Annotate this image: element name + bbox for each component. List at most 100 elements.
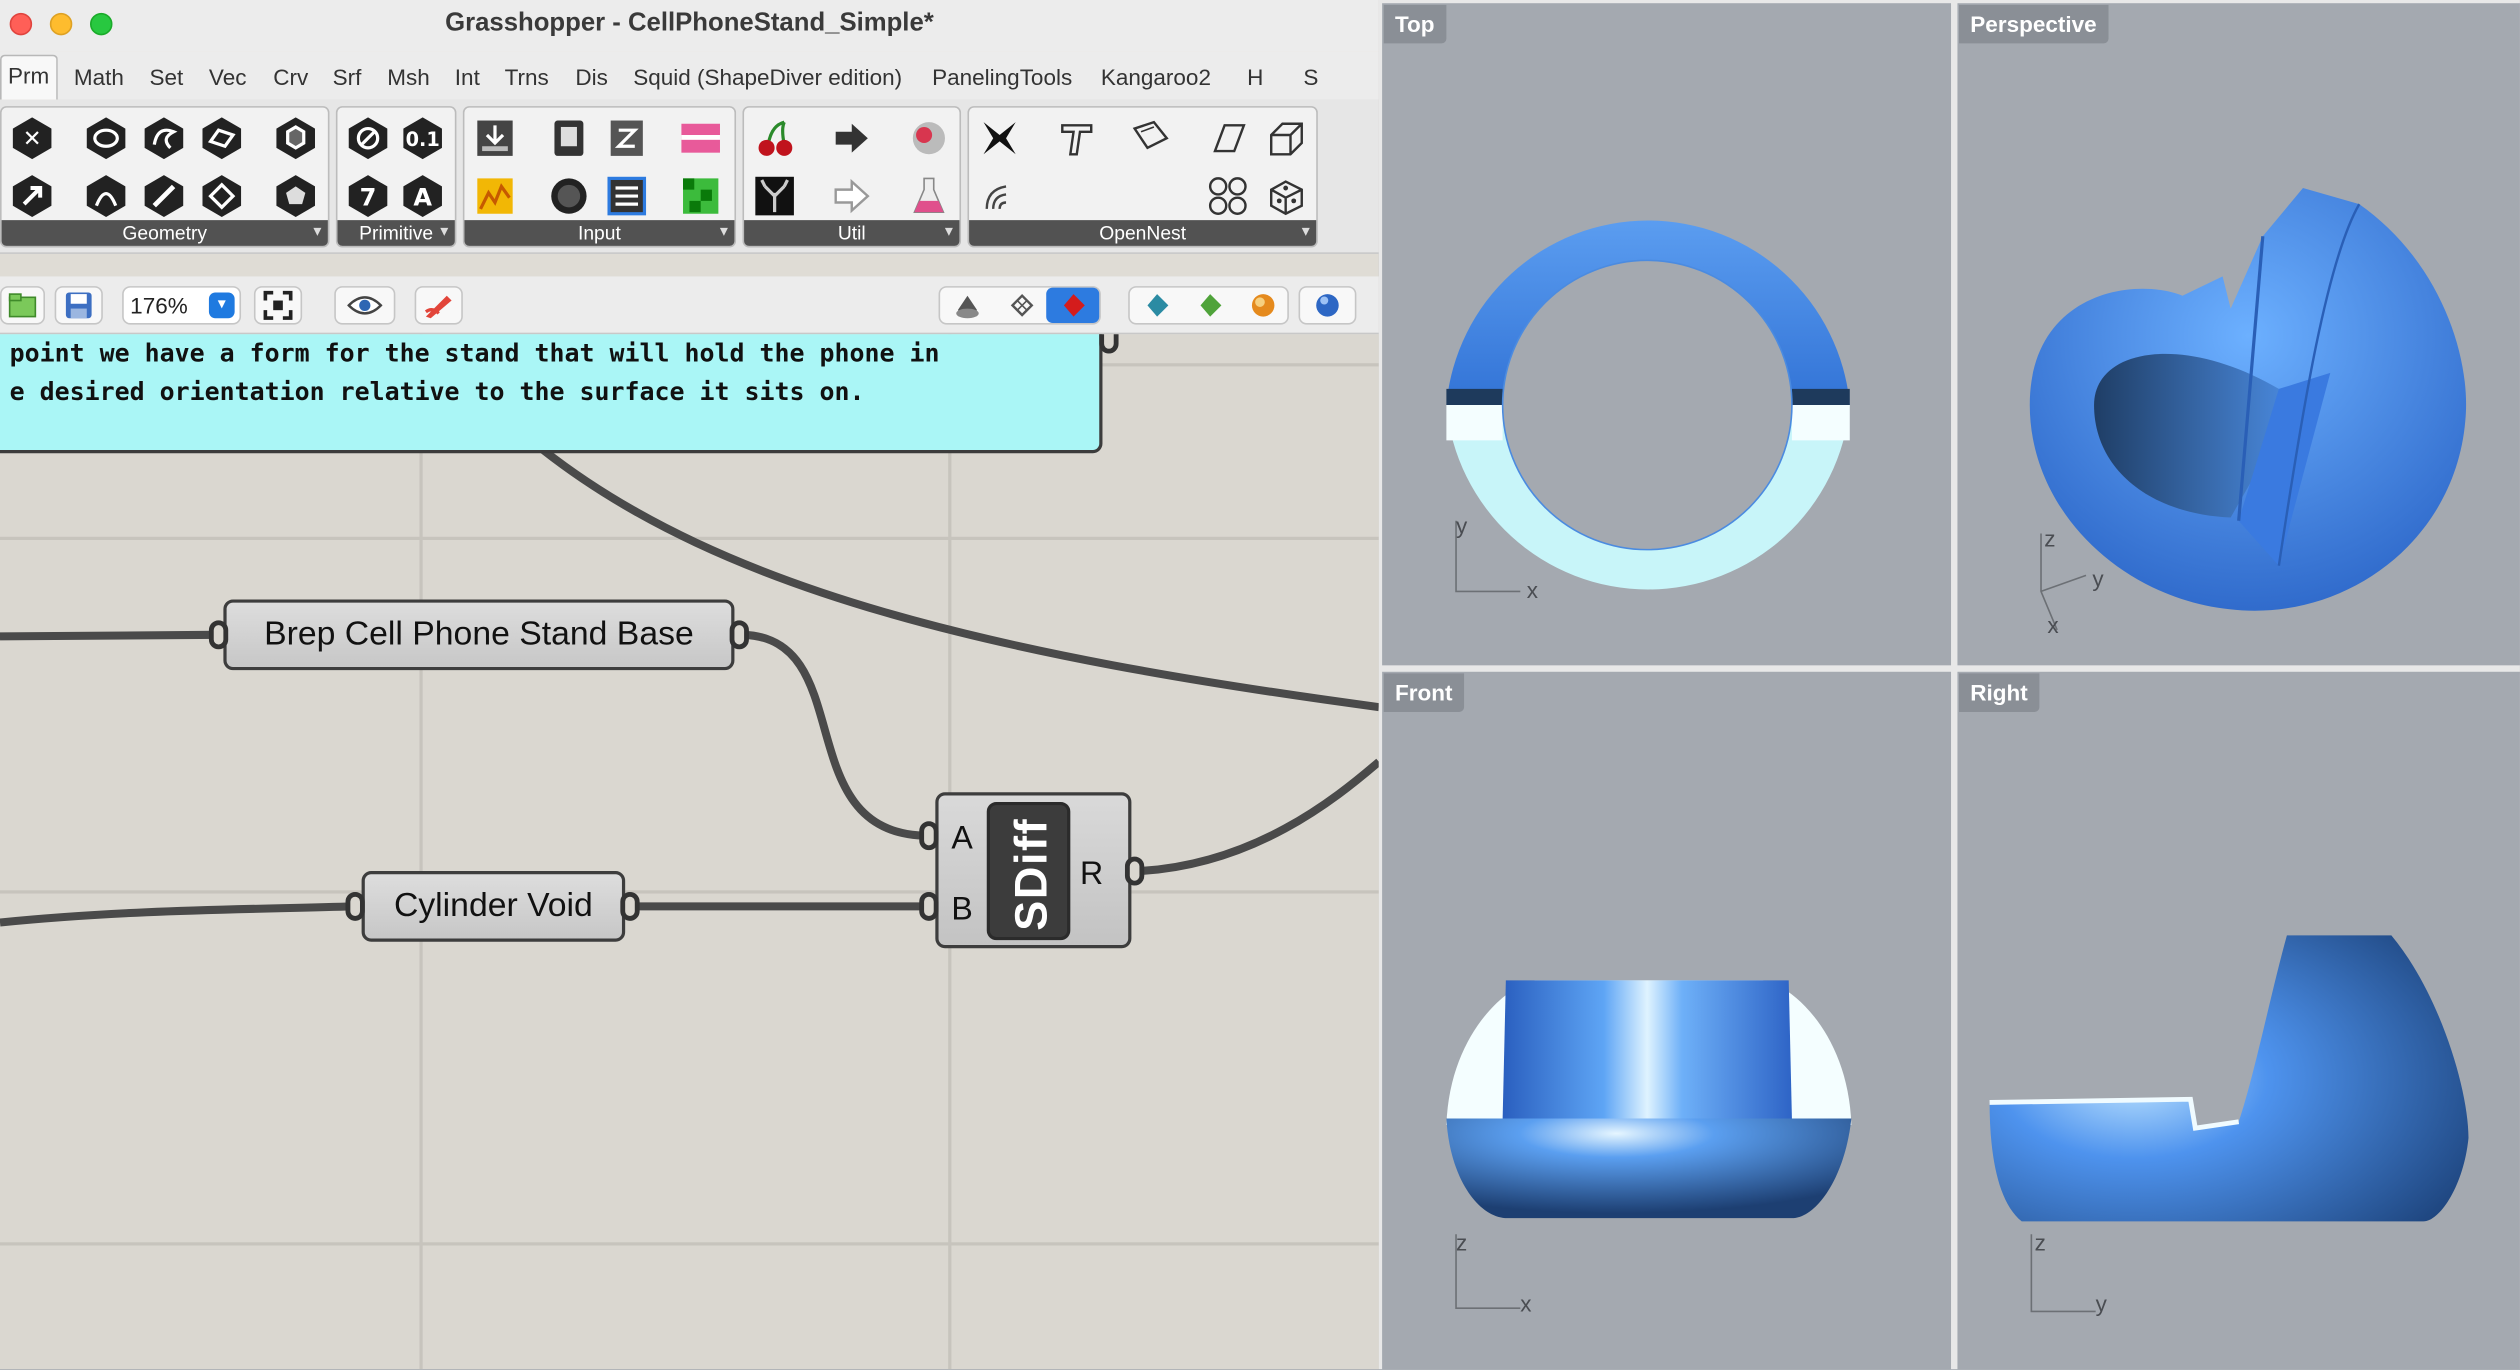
- note-grip[interactable]: [1099, 334, 1119, 354]
- scribble-note[interactable]: point we have a form for the stand that …: [0, 334, 1103, 454]
- label-tag-icon[interactable]: [1127, 114, 1175, 162]
- preview-toggle-button[interactable]: [334, 286, 396, 325]
- dice-icon[interactable]: [1262, 172, 1310, 220]
- text-param-icon[interactable]: A: [399, 172, 447, 220]
- data-dam-icon[interactable]: [751, 172, 799, 220]
- preview-wire-button[interactable]: [995, 288, 1048, 323]
- component-name: SDiff: [1006, 817, 1056, 931]
- tab-panelingtools[interactable]: PanelingTools: [932, 64, 1072, 90]
- number-param-icon[interactable]: 0.1: [399, 114, 447, 162]
- graph-mapper-icon[interactable]: [471, 172, 519, 220]
- front-view-geometry: z x: [1446, 980, 1852, 1316]
- svg-text:0.1: 0.1: [406, 128, 440, 151]
- preview-off-button[interactable]: [940, 288, 993, 323]
- panel-primitive: 0.1 7 A Primitive ▾: [335, 106, 457, 248]
- boolean-param-icon[interactable]: [344, 114, 392, 162]
- jump-arrow-icon[interactable]: [828, 172, 876, 220]
- line-param-icon[interactable]: [140, 172, 188, 220]
- tab-int[interactable]: Int: [455, 64, 480, 90]
- open-file-button[interactable]: [0, 286, 45, 325]
- panel-input: Input ▾: [462, 106, 737, 248]
- cylinder-void-param[interactable]: Cylinder Void: [361, 871, 626, 942]
- tab-crv[interactable]: Crv: [273, 64, 308, 90]
- tab-s[interactable]: S: [1303, 64, 1318, 90]
- component-tab-bar: Prm Math Set Vec Crv Srf Msh Int Trns Di…: [0, 51, 1379, 100]
- tab-trns[interactable]: Trns: [505, 64, 549, 90]
- top-view-geometry: x y: [1446, 220, 1850, 603]
- tab-prm[interactable]: Prm: [0, 54, 58, 100]
- brep-param[interactable]: Brep Cell Phone Stand Base: [223, 599, 735, 671]
- input-b-grip[interactable]: [919, 891, 939, 921]
- file-import-icon[interactable]: [471, 114, 519, 162]
- viewport-top[interactable]: Top x y: [1382, 3, 1952, 666]
- viewport-right[interactable]: Right z y: [1957, 671, 2520, 1370]
- zoom-extents-button[interactable]: [253, 286, 303, 325]
- sheet-icon[interactable]: [1204, 114, 1252, 162]
- grasshopper-canvas[interactable]: point we have a form for the stand that …: [0, 334, 1379, 1370]
- tab-dis[interactable]: Dis: [575, 64, 608, 90]
- gradient-icon[interactable]: [677, 114, 725, 162]
- axis-y-label: y: [2092, 567, 2104, 592]
- cylinder-input-grip[interactable]: [345, 891, 365, 921]
- tab-srf[interactable]: Srf: [333, 64, 362, 90]
- tab-h[interactable]: H: [1247, 64, 1263, 90]
- display-mode-3-button[interactable]: [1236, 288, 1289, 323]
- viewport-perspective[interactable]: Perspective z y x: [1957, 3, 2520, 666]
- tab-vec[interactable]: Vec: [209, 64, 247, 90]
- canvas-toolbar: 176% ▾: [0, 276, 1379, 335]
- galapagos-icon[interactable]: [905, 114, 953, 162]
- toggle-icon[interactable]: [545, 172, 593, 220]
- text-outline-icon[interactable]: [1053, 114, 1101, 162]
- axis-y-label: y: [1456, 514, 1468, 539]
- grasshopper-window: Grasshopper - CellPhoneStand_Simple* Prm…: [0, 0, 1379, 1370]
- render-button[interactable]: [1298, 286, 1357, 325]
- vector-param-icon[interactable]: [8, 172, 56, 220]
- curve-param-icon[interactable]: [140, 114, 188, 162]
- output-r-label: R: [1079, 856, 1104, 892]
- cherry-picker-icon[interactable]: [751, 114, 799, 162]
- tab-kangaroo2[interactable]: Kangaroo2: [1101, 64, 1211, 90]
- display-mode-1-button[interactable]: [1130, 288, 1183, 323]
- display-mode-2-button[interactable]: [1183, 288, 1236, 323]
- save-file-button[interactable]: [54, 286, 103, 325]
- viewport-front[interactable]: Front z x: [1382, 671, 1952, 1370]
- button-object-icon[interactable]: [545, 114, 593, 162]
- value-list-icon[interactable]: [603, 172, 651, 220]
- panel-util: Util ▾: [742, 106, 962, 248]
- colour-swatch-icon[interactable]: [677, 172, 725, 220]
- tab-squid[interactable]: Squid (ShapeDiver edition): [633, 64, 902, 90]
- brep-input-grip[interactable]: [208, 620, 229, 650]
- panel-label-geometry: Geometry ▾: [1, 220, 328, 246]
- arc-param-icon[interactable]: [82, 172, 130, 220]
- wire: [0, 630, 217, 641]
- extrude-box-icon[interactable]: [1262, 114, 1310, 162]
- preview-shaded-button[interactable]: [1046, 287, 1100, 324]
- brep-output-grip[interactable]: [729, 620, 749, 650]
- cylinder-output-grip[interactable]: [620, 891, 640, 921]
- opennest-logo-icon[interactable]: [976, 114, 1024, 162]
- brep-param-icon[interactable]: [272, 172, 320, 220]
- nest-circles-icon[interactable]: [1204, 172, 1252, 220]
- output-r-grip[interactable]: [1124, 856, 1145, 886]
- null-param-icon[interactable]: ✕: [8, 114, 56, 162]
- plane-param-icon[interactable]: [198, 172, 246, 220]
- signal-icon[interactable]: [976, 172, 1024, 220]
- zoom-dropdown[interactable]: 176% ▾: [122, 286, 242, 325]
- axis-z-label: z: [1456, 1230, 1467, 1255]
- surface-param-icon[interactable]: [198, 114, 246, 162]
- tab-math[interactable]: Math: [74, 64, 124, 90]
- solid-difference-component[interactable]: A B R SDiff: [935, 792, 1132, 949]
- circle-param-icon[interactable]: [82, 114, 130, 162]
- perspective-view-geometry: z y x: [2029, 188, 2467, 638]
- integer-param-icon[interactable]: 7: [344, 172, 392, 220]
- tab-msh[interactable]: Msh: [387, 64, 430, 90]
- material-ball-icon: [1251, 294, 1274, 317]
- mesh-green-icon: [1199, 294, 1221, 317]
- flask-icon[interactable]: [905, 172, 953, 220]
- tab-set[interactable]: Set: [149, 64, 183, 90]
- input-a-grip[interactable]: [919, 821, 939, 851]
- sketch-button[interactable]: [414, 286, 463, 325]
- number-slider-icon[interactable]: [603, 114, 651, 162]
- relay-arrow-icon[interactable]: [828, 114, 876, 162]
- box-param-icon[interactable]: [272, 114, 320, 162]
